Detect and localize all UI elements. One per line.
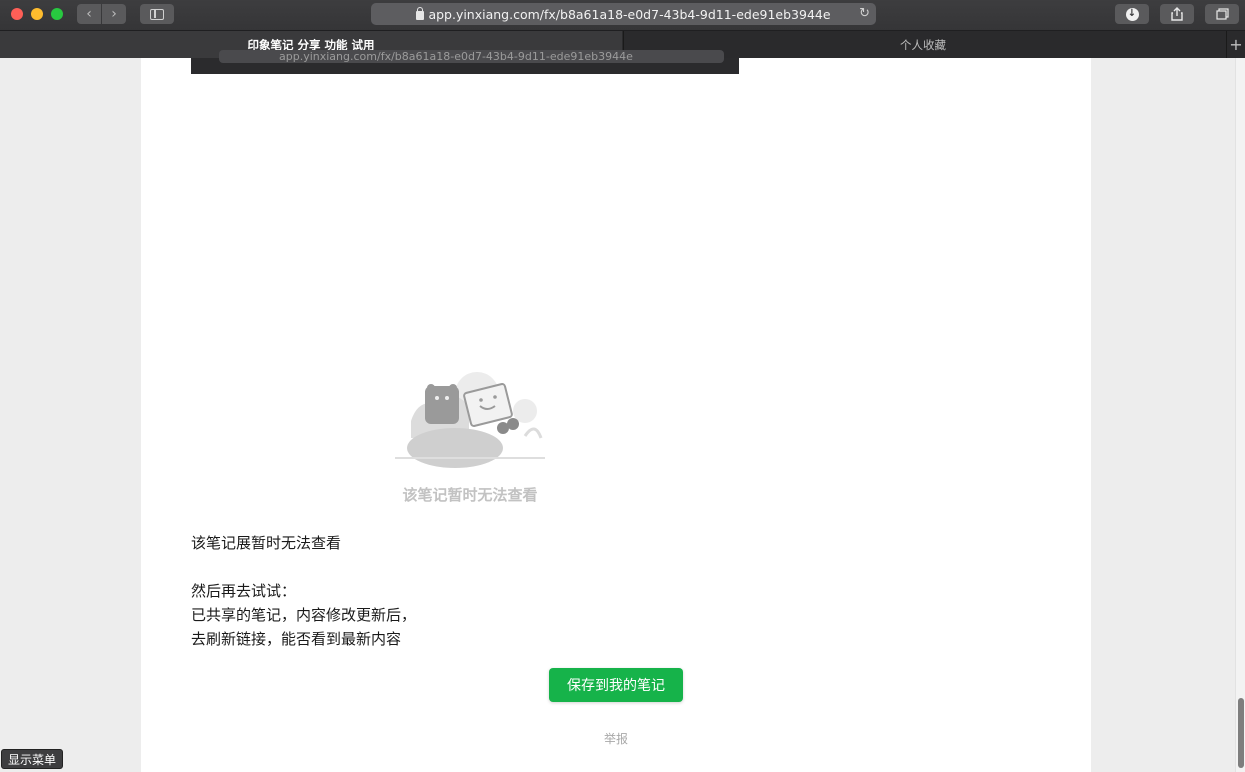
- empty-note-illustration: [395, 372, 545, 468]
- downloads-button[interactable]: ↓: [1115, 4, 1149, 24]
- tab-overview-button[interactable]: [1205, 4, 1239, 24]
- share-icon: [1171, 7, 1183, 21]
- zoom-window-button[interactable]: [51, 8, 63, 20]
- illustration-caption: 该笔记暂时无法查看: [402, 486, 538, 504]
- chevron-right-icon: ›: [111, 6, 117, 22]
- lock-icon: [416, 6, 425, 20]
- embedded-screenshot: app.yinxiang.com/fx/b8a61a18-e0d7-43b4-9…: [191, 50, 739, 74]
- chevron-left-icon: ‹: [86, 6, 92, 22]
- close-window-button[interactable]: [11, 8, 23, 20]
- note-line: 去刷新链接，能否看到最新内容: [191, 630, 402, 648]
- browser-toolbar: ‹ › app.yinxiang.com/fx/b8a61a18-e0d7-43…: [0, 0, 1245, 30]
- download-icon: ↓: [1125, 7, 1139, 21]
- address-url: app.yinxiang.com/fx/b8a61a18-e0d7-43b4-9…: [428, 6, 831, 22]
- reload-icon[interactable]: ↻: [859, 6, 870, 21]
- share-button[interactable]: [1160, 4, 1194, 24]
- tab-label: 个人收藏: [900, 37, 946, 52]
- save-to-my-notes-button[interactable]: 保存到我的笔记: [549, 668, 683, 702]
- plus-icon: +: [1229, 35, 1243, 54]
- sidebar-toggle-button[interactable]: [140, 4, 174, 24]
- note-content: app.yinxiang.com/fx/b8a61a18-e0d7-43b4-9…: [141, 50, 1091, 772]
- new-tab-button[interactable]: +: [1226, 31, 1245, 58]
- note-line: 该笔记展暂时无法查看: [191, 534, 342, 552]
- back-button[interactable]: ‹: [77, 4, 101, 24]
- scrollbar-thumb[interactable]: [1238, 698, 1244, 768]
- report-link[interactable]: 举报: [589, 730, 643, 747]
- minimize-window-button[interactable]: [31, 8, 43, 20]
- embedded-address-bar: app.yinxiang.com/fx/b8a61a18-e0d7-43b4-9…: [219, 50, 724, 63]
- tab-overview-icon: [1215, 8, 1229, 20]
- note-line: 然后再去试试：: [191, 582, 297, 600]
- note-line: 已共享的笔记，内容修改更新后，: [191, 606, 417, 624]
- vertical-scrollbar[interactable]: [1235, 58, 1245, 772]
- address-bar[interactable]: app.yinxiang.com/fx/b8a61a18-e0d7-43b4-9…: [371, 3, 876, 25]
- show-menu-button[interactable]: 显示菜单: [1, 749, 64, 769]
- forward-button[interactable]: ›: [102, 4, 126, 24]
- sidebar-icon: [150, 8, 164, 20]
